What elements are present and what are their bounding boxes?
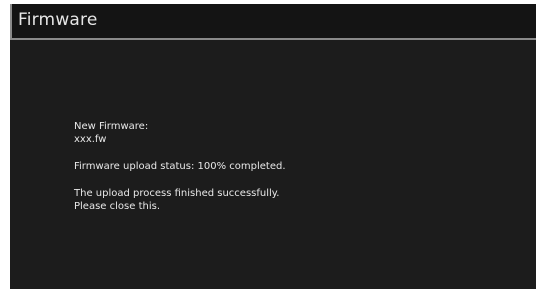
firmware-status-panel: New Firmware: xxx.fw Firmware upload sta…	[74, 120, 514, 213]
page-title: Firmware	[18, 10, 98, 30]
new-firmware-label: New Firmware:	[74, 121, 149, 132]
firmware-screen: Firmware New Firmware: xxx.fw Firmware u…	[10, 4, 536, 289]
upload-status-text: Firmware upload status: 100% completed.	[74, 161, 286, 172]
close-instruction: Please close this.	[74, 201, 160, 212]
title-bar: Firmware	[10, 4, 536, 40]
firmware-filename: xxx.fw	[74, 134, 107, 145]
result-message: The upload process finished successfully…	[74, 188, 280, 199]
